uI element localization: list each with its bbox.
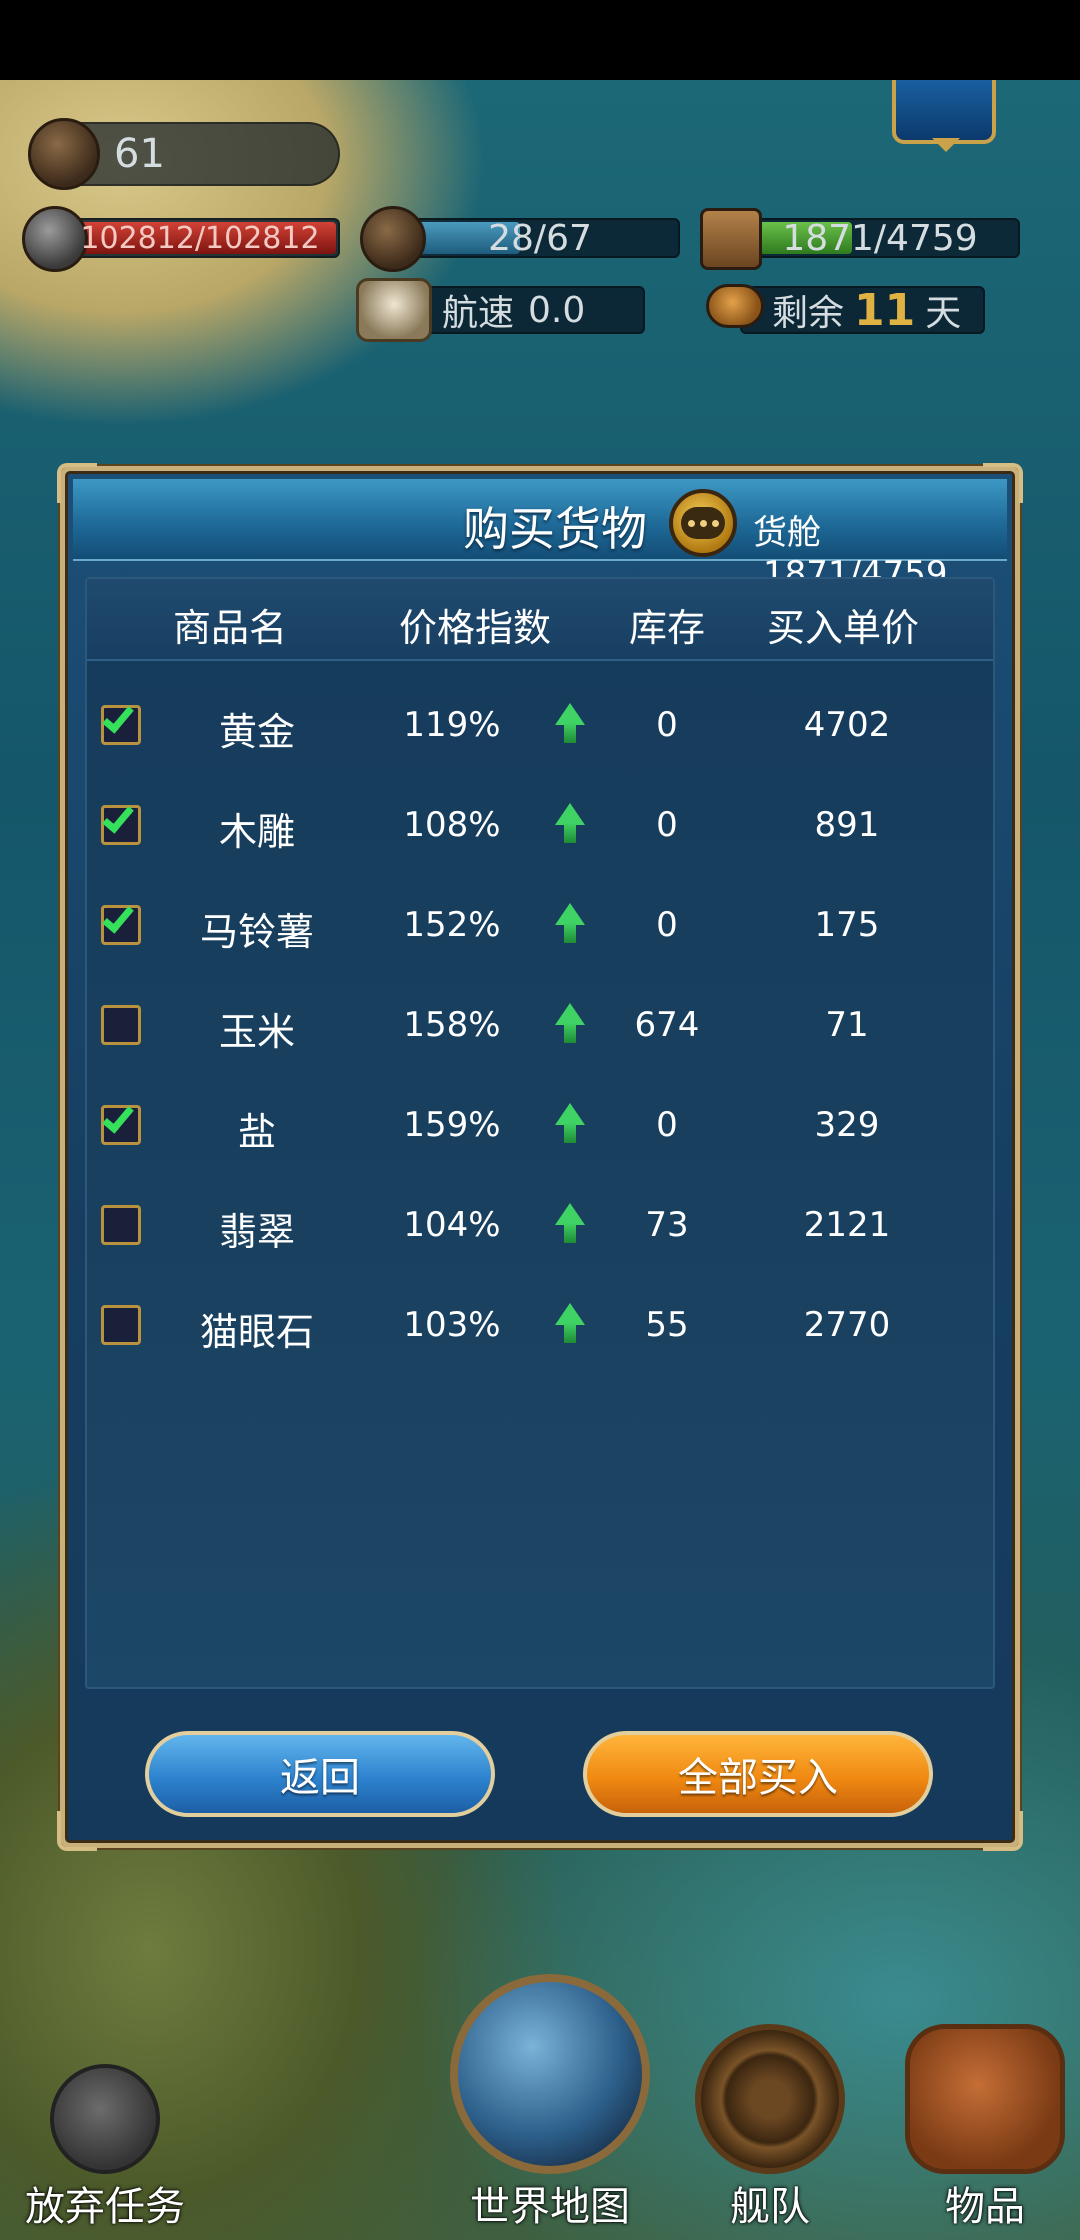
crew-icon (360, 206, 426, 272)
header-unit-price: 买入单价 (767, 606, 920, 650)
unit-price: 891 (814, 805, 880, 845)
status-bar (0, 0, 1080, 80)
price-index: 158% (403, 1005, 501, 1045)
table-row[interactable]: 猫眼石 103% 55 2770 (87, 1275, 993, 1375)
stock: 0 (656, 1105, 678, 1145)
fleet-label: 舰队 (730, 2184, 810, 2230)
crew-bar: 28/67 (400, 217, 680, 259)
back-button[interactable]: 返回 (145, 1731, 495, 1817)
price-index: 152% (403, 905, 501, 945)
chat-icon[interactable] (669, 489, 737, 557)
fleet-button[interactable]: 舰队 (690, 2024, 850, 2232)
stock: 0 (656, 705, 678, 745)
trend-up-icon (555, 803, 585, 845)
world-map-button[interactable]: 世界地图 (440, 1974, 660, 2232)
days-pill: 剩余 11 天 (740, 284, 985, 336)
speed-value: 0.0 (528, 289, 586, 331)
days-prefix: 剩余 (772, 293, 845, 334)
days-value: 11 (854, 284, 916, 336)
lion-emblem-icon (28, 118, 100, 190)
backpack-icon (905, 2024, 1065, 2174)
unit-price: 4702 (803, 705, 891, 745)
cargo-bar: 1871/4759 (740, 217, 1020, 259)
unit-price: 2121 (803, 1205, 891, 1245)
header-price-index: 价格指数 (399, 606, 552, 650)
back-arrow-icon (50, 2064, 160, 2174)
product-name: 玉米 (218, 1010, 295, 1054)
row-checkbox[interactable] (101, 1305, 141, 1345)
world-map-label: 世界地图 (470, 2184, 630, 2230)
cargo-hold-label: 货舱 (753, 513, 821, 553)
dialog-title: 购买货物 (463, 502, 647, 556)
table-row[interactable]: 翡翠 104% 73 2121 (87, 1175, 993, 1275)
frame-corner (57, 1811, 97, 1851)
stock: 73 (645, 1205, 689, 1245)
row-checkbox[interactable] (101, 1005, 141, 1045)
price-index: 159% (403, 1105, 501, 1145)
row-checkbox[interactable] (101, 800, 141, 845)
ship-icon (356, 278, 432, 342)
stock: 0 (656, 905, 678, 945)
frame-corner (983, 1811, 1023, 1851)
buy-goods-dialog: 购买货物 货舱1871/4759 商品名 价格指数 库存 买入单价 黄金 119… (57, 463, 1023, 1851)
unit-price: 329 (814, 1105, 880, 1145)
table-row[interactable]: 黄金 119% 0 4702 (87, 675, 993, 775)
stock: 674 (634, 1005, 700, 1045)
days-suffix: 天 (925, 293, 962, 334)
price-index: 119% (403, 705, 501, 745)
trend-up-icon (555, 903, 585, 945)
product-name: 猫眼石 (199, 1310, 314, 1354)
buy-all-button[interactable]: 全部买入 (583, 1731, 933, 1817)
stock: 0 (656, 805, 678, 845)
level-value: 61 (114, 131, 165, 177)
price-index: 108% (403, 805, 501, 845)
trend-up-icon (555, 1203, 585, 1245)
row-checkbox[interactable] (101, 1205, 141, 1245)
items-label: 物品 (945, 2184, 1025, 2230)
speed-pill: 航速 0.0 (400, 286, 645, 334)
table-row[interactable]: 木雕 108% 0 891 (87, 775, 993, 875)
hp-value: 102812/102812 (80, 220, 320, 256)
product-name: 翡翠 (218, 1210, 295, 1254)
table-row[interactable]: 马铃薯 152% 0 175 (87, 875, 993, 975)
crew-value: 28/67 (488, 217, 592, 259)
quest-pin-icon[interactable] (892, 80, 996, 152)
price-index: 103% (403, 1305, 501, 1345)
table-header: 商品名 价格指数 库存 买入单价 (87, 579, 993, 661)
trend-up-icon (555, 1103, 585, 1145)
speed-label: 航速 (442, 293, 515, 334)
table-row[interactable]: 盐 159% 0 329 (87, 1075, 993, 1175)
table-row[interactable]: 玉米 158% 674 71 (87, 975, 993, 1075)
cargo-value: 1871/4759 (782, 217, 978, 259)
unit-price: 175 (814, 905, 880, 945)
price-index: 104% (403, 1205, 501, 1245)
goods-table: 商品名 价格指数 库存 买入单价 黄金 119% 0 4702 木雕 108% … (85, 577, 995, 1689)
hp-bar: 102812/102812 (60, 218, 340, 258)
product-name: 马铃薯 (199, 910, 314, 954)
product-name: 木雕 (218, 810, 295, 854)
row-checkbox[interactable] (101, 1100, 141, 1145)
row-checkbox[interactable] (101, 700, 141, 745)
hammer-icon (22, 206, 88, 272)
unit-price: 2770 (803, 1305, 891, 1345)
items-button[interactable]: 物品 (900, 2024, 1070, 2232)
crate-icon (700, 208, 762, 270)
unit-price: 71 (825, 1005, 869, 1045)
trend-up-icon (555, 1303, 585, 1345)
header-product-name: 商品名 (173, 606, 288, 650)
trend-up-icon (555, 1003, 585, 1045)
dialog-header: 购买货物 货舱1871/4759 (73, 479, 1007, 594)
ship-wheel-icon (695, 2024, 845, 2174)
globe-icon (450, 1974, 650, 2174)
abandon-task-label: 放弃任务 (25, 2184, 185, 2230)
abandon-task-button[interactable]: 放弃任务 (10, 2064, 200, 2232)
bread-icon (706, 284, 764, 328)
header-stock: 库存 (629, 606, 706, 650)
trend-up-icon (555, 703, 585, 745)
product-name: 黄金 (218, 710, 295, 754)
product-name: 盐 (237, 1110, 276, 1154)
row-checkbox[interactable] (101, 900, 141, 945)
stock: 55 (645, 1305, 689, 1345)
